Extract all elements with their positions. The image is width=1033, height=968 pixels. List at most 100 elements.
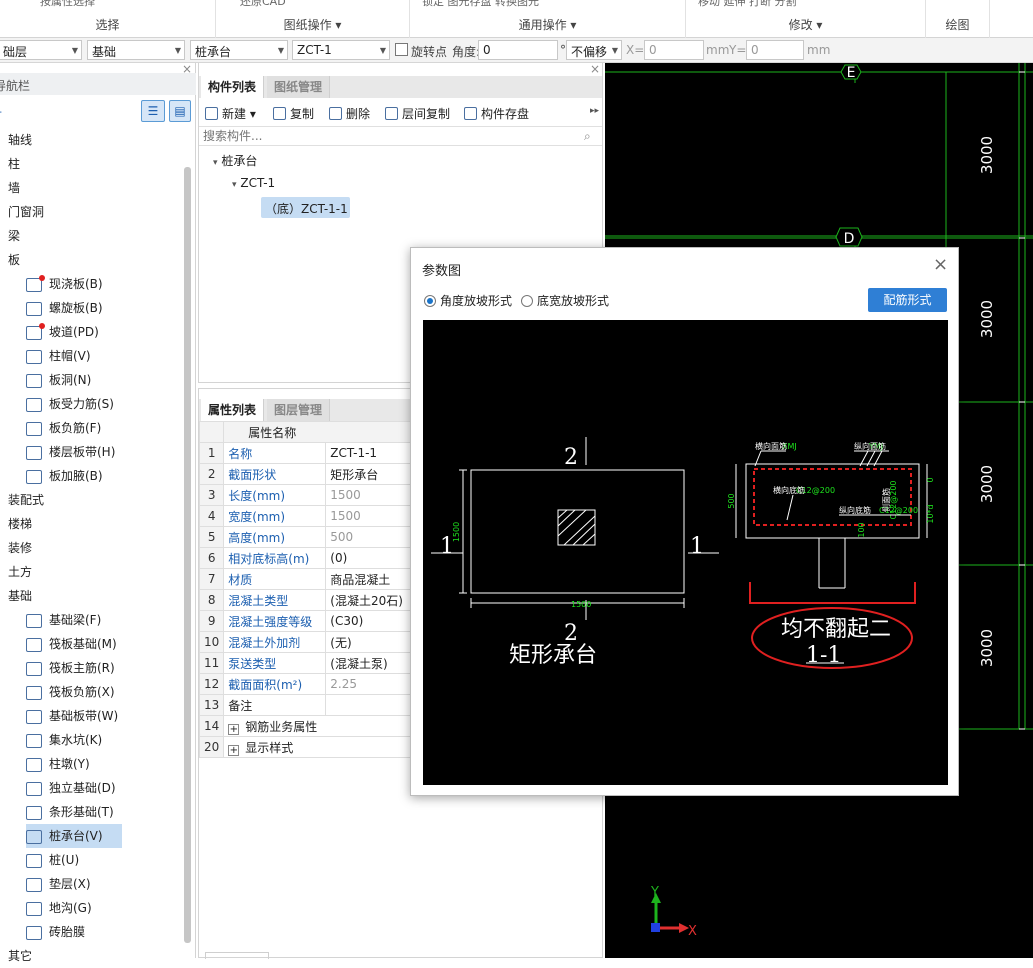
pin-icon[interactable]: - [0,105,2,118]
nav-item[interactable]: 柱帽(V) [26,344,91,368]
nav-item[interactable]: 螺旋板(B) [26,296,103,320]
nav-scrollbar[interactable] [184,167,191,943]
search-icon[interactable]: ⌕ [584,129,591,144]
property-row[interactable]: 12 截面面积(m²) 2.25 [198,673,415,695]
nav-item[interactable]: 独立基础(D) [26,776,116,800]
angle-input[interactable]: 0 [478,40,558,60]
detail-view-icon[interactable]: ▤ [169,100,191,122]
expand-icon[interactable]: + [228,723,240,735]
nav-item[interactable]: 板洞(N) [26,368,91,392]
nav-item[interactable]: 筏板主筋(R) [26,656,115,680]
save-component-button[interactable]: 构件存盘 [464,105,529,122]
property-row[interactable]: 3 长度(mm) 1500 [198,484,415,506]
property-value[interactable]: 1500 [325,484,415,506]
nav-item[interactable]: 桩承台(V) [26,824,122,848]
close-icon[interactable]: × [933,256,948,274]
property-row[interactable]: 13 备注 [198,694,415,716]
radio-bottom-width-slope[interactable]: 底宽放坡形式 [521,292,609,309]
property-value[interactable]: 2.25 [325,673,415,695]
nav-item[interactable]: 基础板带(W) [26,704,118,728]
type-select[interactable]: 桩承台 ▼ [190,40,288,60]
nav-item[interactable]: 垫层(X) [26,872,91,896]
property-row[interactable]: 10 混凝土外加剂 (无) [198,631,415,653]
copy-button[interactable]: 复制 [273,105,314,122]
nav-item[interactable]: 土方 [8,560,32,584]
property-row[interactable]: 14 + 钢筋业务属性 [198,715,415,737]
nav-item[interactable]: 基础梁(F) [26,608,101,632]
nav-item[interactable]: 其它 [8,944,32,968]
property-row[interactable]: 1 名称 ZCT-1-1 [198,442,415,464]
new-button[interactable]: 新建 ▾ [205,105,256,122]
nav-item[interactable]: 条形基础(T) [26,800,114,824]
offset-select[interactable]: 不偏移 ▼ [566,40,622,60]
property-value[interactable]: (C30) [325,610,415,632]
nav-item[interactable]: 梁 [8,224,20,248]
ribbon-cut-text[interactable]: 按属性选择 [40,0,95,9]
rebar-form-button[interactable]: 配筋形式 [868,288,947,312]
tab-property-list[interactable]: 属性列表 [201,399,265,421]
floor-select[interactable]: 础层 ▼ [0,40,82,60]
nav-item[interactable]: 墙 [8,176,20,200]
property-value[interactable]: 1500 [325,505,415,527]
nav-item[interactable]: 轴线 [8,128,32,152]
nav-item[interactable]: 柱墩(Y) [26,752,90,776]
more-icon[interactable]: ▸▸ [590,106,599,116]
expand-icon[interactable]: + [228,744,240,756]
tab-component-list[interactable]: 构件列表 [201,76,265,98]
delete-button[interactable]: 删除 [329,105,370,122]
property-value[interactable]: 矩形承台 [325,463,415,485]
property-value[interactable]: (混凝土20石) [325,589,415,611]
tab-drawing-manage[interactable]: 图纸管理 [267,76,331,98]
nav-item[interactable]: 现浇板(B) [26,272,103,296]
ribbon-group-label[interactable]: 通用操作 ▾ [410,16,685,33]
nav-item[interactable]: 地沟(G) [26,896,92,920]
category-select[interactable]: 基础 ▼ [87,40,185,60]
tree-node-zct1[interactable]: ▾ ZCT-1 [232,176,275,190]
list-view-icon[interactable]: ☰ [141,100,165,122]
property-value[interactable] [325,694,415,716]
property-row[interactable]: 20 + 显示样式 [198,736,415,758]
property-row[interactable]: 8 混凝土类型 (混凝土20石) [198,589,415,611]
tab-layer-manage[interactable]: 图层管理 [267,399,331,421]
nav-item[interactable]: 板受力筋(S) [26,392,114,416]
nav-item[interactable]: 筏板基础(M) [26,632,117,656]
property-row[interactable]: 6 相对底标高(m) (0) [198,547,415,569]
property-row[interactable]: 4 宽度(mm) 1500 [198,505,415,527]
ribbon-cut-text[interactable]: 还原CAD [240,0,286,9]
search-input[interactable] [199,126,602,146]
radio-angle-slope[interactable]: 角度放坡形式 [424,292,512,309]
nav-item[interactable]: 门窗洞 [8,200,44,224]
nav-item[interactable]: 桩(U) [26,848,79,872]
property-value[interactable]: ZCT-1-1 [325,442,415,464]
tree-node-zct1-1[interactable]: （底）ZCT-1-1 [261,197,350,218]
nav-item[interactable]: 装配式 [8,488,44,512]
nav-item[interactable]: 集水坑(K) [26,728,102,752]
ribbon-cut-text[interactable]: 移动 延伸 打断 分割 [698,0,797,9]
property-value[interactable]: (无) [325,631,415,653]
nav-item[interactable]: 装修 [8,536,32,560]
property-value[interactable]: 商品混凝土 [325,568,415,590]
property-value[interactable]: 500 [325,526,415,548]
nav-item[interactable]: 板 [8,248,20,272]
nav-item[interactable]: 楼梯 [8,512,32,536]
nav-item[interactable]: 筏板负筋(X) [26,680,115,704]
property-row[interactable]: 5 高度(mm) 500 [198,526,415,548]
property-row[interactable]: 9 混凝土强度等级 (C30) [198,610,415,632]
tree-node-pile-cap[interactable]: ▾ 桩承台 [213,152,257,169]
nav-item[interactable]: 柱 [8,152,20,176]
nav-item[interactable]: 坡道(PD) [26,320,99,344]
component-select[interactable]: ZCT-1 ▼ [292,40,390,60]
ribbon-cut-text[interactable]: 锁定 图元存盘 转换图元 [422,0,539,9]
property-row[interactable]: 11 泵送类型 (混凝土泵) [198,652,415,674]
floor-copy-button[interactable]: 层间复制 [385,105,450,122]
nav-item[interactable]: 基础 [8,584,32,608]
property-value[interactable]: (混凝土泵) [325,652,415,674]
nav-item[interactable]: 板加腋(B) [26,464,103,488]
ribbon-group-label[interactable]: 图纸操作 ▾ [216,16,409,33]
property-value[interactable]: (0) [325,547,415,569]
rotate-checkbox[interactable] [395,43,408,56]
ribbon-group-label[interactable]: 修改 ▾ [686,16,925,33]
property-row[interactable]: 2 截面形状 矩形承台 [198,463,415,485]
property-row[interactable]: 7 材质 商品混凝土 [198,568,415,590]
x-input[interactable]: 0 [644,40,704,60]
